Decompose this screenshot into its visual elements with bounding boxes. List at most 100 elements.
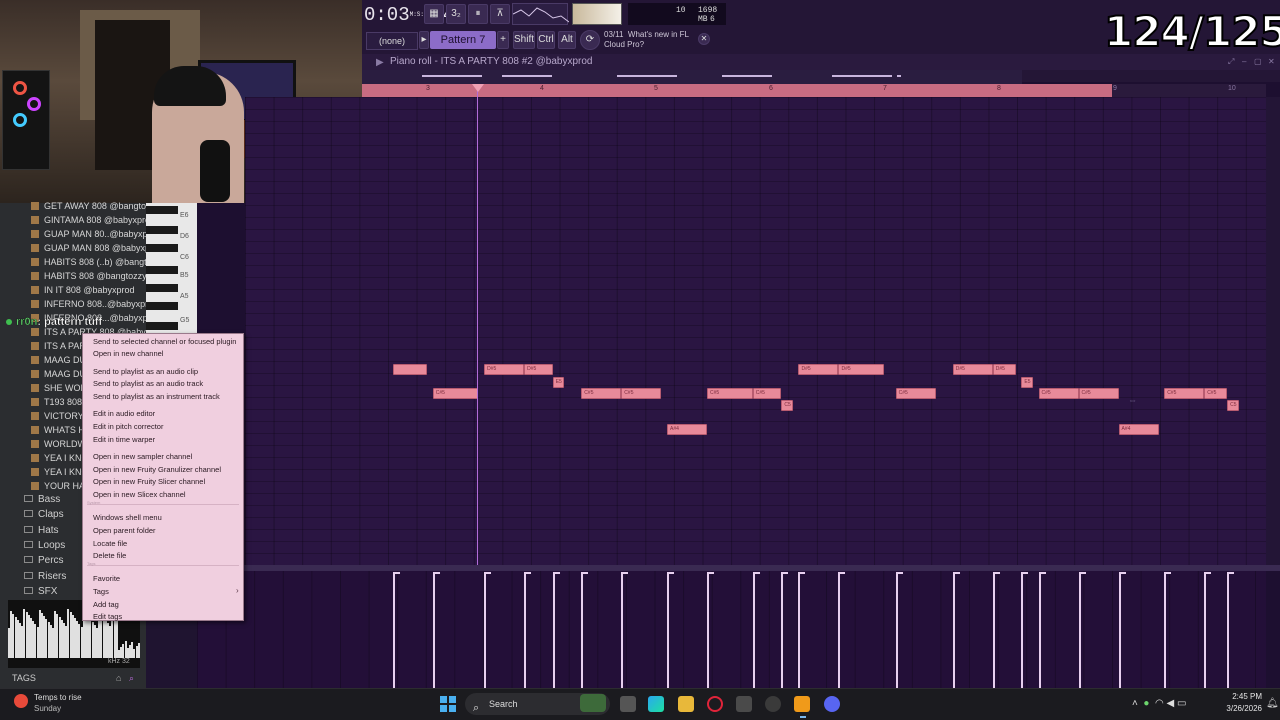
velocity-handle[interactable] — [1204, 572, 1212, 574]
obs-icon[interactable] — [765, 696, 781, 712]
black-key[interactable] — [146, 244, 178, 252]
velocity-handle[interactable] — [895, 572, 903, 574]
note[interactable]: C5 — [781, 400, 793, 411]
browser-folder[interactable]: Risers — [24, 571, 66, 582]
opera-gx-icon[interactable] — [707, 696, 723, 712]
velocity-bar[interactable] — [621, 574, 624, 688]
velocity-handle[interactable] — [1118, 572, 1126, 574]
browser-folder[interactable]: Hats — [24, 525, 59, 536]
menu-item-favorite[interactable]: Favorite — [93, 574, 120, 583]
piano-roll-titlebar[interactable]: ▶ Piano roll - ITS A PARTY 808 #2 @babyx… — [362, 54, 1280, 70]
velocity-handle[interactable] — [667, 572, 675, 574]
velocity-bar[interactable] — [1164, 574, 1167, 688]
menu-item-open-parent[interactable]: Open parent folder — [93, 526, 156, 535]
velocity-bar[interactable] — [895, 574, 898, 688]
snap-selector[interactable]: (none) — [366, 32, 418, 50]
note[interactable]: C#5 — [1038, 388, 1079, 399]
menu-item-time-warper[interactable]: Edit in time warper — [93, 435, 155, 444]
note[interactable]: E5 — [1021, 377, 1033, 388]
tray-chevron-icon[interactable]: ˄ — [1132, 698, 1138, 709]
menu-item-open-new-channel[interactable]: Open in new channel — [93, 349, 163, 358]
note[interactable]: D#5 — [838, 364, 885, 375]
menu-item-delete-file[interactable]: Delete file — [93, 551, 126, 560]
velocity-handle[interactable] — [524, 572, 532, 574]
velocity-bar[interactable] — [392, 574, 395, 688]
note[interactable]: C#5 — [1078, 388, 1119, 399]
velocity-handle[interactable] — [707, 572, 715, 574]
velocity-bar[interactable] — [524, 574, 527, 688]
browser-folder[interactable]: Bass — [24, 494, 60, 505]
velocity-handle[interactable] — [581, 572, 589, 574]
browser-folder[interactable]: SFX — [24, 586, 57, 597]
velocity-bar[interactable] — [432, 574, 435, 688]
note-grid[interactable] — [245, 97, 1266, 565]
browser-file-item[interactable]: T193 808 — [31, 395, 82, 409]
menu-item-new-sampler[interactable]: Open in new sampler channel — [93, 452, 192, 461]
velocity-handle[interactable] — [484, 572, 492, 574]
velocity-bar[interactable] — [781, 574, 784, 688]
news-panel[interactable]: 03/11 What's new in FL Cloud Pro? — [604, 30, 704, 52]
menu-item-playlist-audio-track[interactable]: Send to playlist as an audio track — [93, 379, 203, 388]
note[interactable]: C#5 — [432, 388, 479, 399]
note[interactable]: C#5 — [1164, 388, 1205, 399]
velocity-handle[interactable] — [781, 572, 789, 574]
menu-item-playlist-instrument-track[interactable]: Send to playlist as an instrument track — [93, 392, 220, 401]
file-explorer-icon[interactable] — [678, 696, 694, 712]
velocity-bar[interactable] — [1118, 574, 1121, 688]
vertical-scrollbar[interactable] — [1266, 97, 1280, 567]
velocity-lane[interactable] — [197, 571, 1266, 688]
edge-browser-icon[interactable] — [648, 696, 664, 712]
note[interactable]: A#4 — [1118, 424, 1159, 435]
menu-item-new-slicer[interactable]: Open in new Fruity Slicer channel — [93, 477, 205, 486]
metronome-icon[interactable]: ⊼ — [490, 4, 510, 24]
browser-folder[interactable]: Percs — [24, 555, 64, 566]
velocity-handle[interactable] — [838, 572, 846, 574]
weather-widget[interactable]: Temps to rise Sunday — [8, 691, 108, 717]
velocity-bar[interactable] — [1204, 574, 1207, 688]
note[interactable]: C5 — [1227, 400, 1239, 411]
ctrl-button[interactable]: Ctrl — [537, 31, 555, 49]
maximize-icon[interactable]: ▢ — [1254, 57, 1262, 66]
task-view-icon[interactable] — [620, 696, 636, 712]
typing-keyboard-icon[interactable]: ▦ — [424, 4, 444, 24]
velocity-bar[interactable] — [581, 574, 584, 688]
menu-item-tags[interactable]: Tags — [93, 587, 109, 596]
windows-start-icon[interactable] — [440, 696, 456, 712]
note[interactable]: C#5 — [1204, 388, 1228, 399]
menu-item-new-granulizer[interactable]: Open in new Fruity Granulizer channel — [93, 465, 221, 474]
microphone-icon[interactable]: ● — [1143, 698, 1149, 709]
menu-item-locate-file[interactable]: Locate file — [93, 539, 127, 548]
velocity-bar[interactable] — [838, 574, 841, 688]
browser-file-item[interactable]: YEA I KNO — [31, 465, 89, 479]
black-key[interactable] — [146, 284, 178, 292]
news-icon[interactable]: ⟳ — [580, 30, 600, 50]
browser-file-item[interactable]: YEA I KNO — [31, 451, 89, 465]
note[interactable]: C#5 — [752, 388, 782, 399]
velocity-bar[interactable] — [552, 574, 555, 688]
browser-file-item[interactable]: GUAP MAN 808 @babyxprod — [31, 241, 163, 255]
menu-item-new-slicex[interactable]: Open in new Slicex channel — [93, 490, 186, 499]
note[interactable] — [392, 364, 427, 375]
black-key[interactable] — [146, 302, 178, 310]
velocity-bar[interactable] — [952, 574, 955, 688]
black-key[interactable] — [146, 266, 178, 274]
browser-file-item[interactable]: INFERNO 808..@babyxprod — [31, 297, 158, 311]
velocity-handle[interactable] — [1038, 572, 1046, 574]
browser-file-item[interactable]: HABITS 808 @bangtozzy — [31, 269, 147, 283]
news-close-icon[interactable]: ✕ — [698, 33, 710, 45]
wifi-icon[interactable]: ◠ — [1155, 698, 1164, 709]
velocity-bar[interactable] — [798, 574, 801, 688]
velocity-handle[interactable] — [952, 572, 960, 574]
browser-folder[interactable]: Loops — [24, 540, 65, 551]
browser-file-item[interactable]: IN IT 808 @babyxprod — [31, 283, 135, 297]
menu-item-shell-menu[interactable]: Windows shell menu — [93, 513, 162, 522]
velocity-bar[interactable] — [1227, 574, 1230, 688]
velocity-handle[interactable] — [621, 572, 629, 574]
menu-item-add-tag[interactable]: Add tag — [93, 600, 119, 609]
velocity-bar[interactable] — [1078, 574, 1081, 688]
window-menu-icon[interactable]: ⤢ — [1228, 57, 1234, 67]
fl-studio-icon[interactable] — [794, 696, 810, 712]
pattern-arrow-icon[interactable]: ▸ — [419, 31, 429, 49]
note[interactable]: C#5 — [895, 388, 936, 399]
time-display[interactable]: 0:03M:S:CS64 — [362, 2, 454, 28]
